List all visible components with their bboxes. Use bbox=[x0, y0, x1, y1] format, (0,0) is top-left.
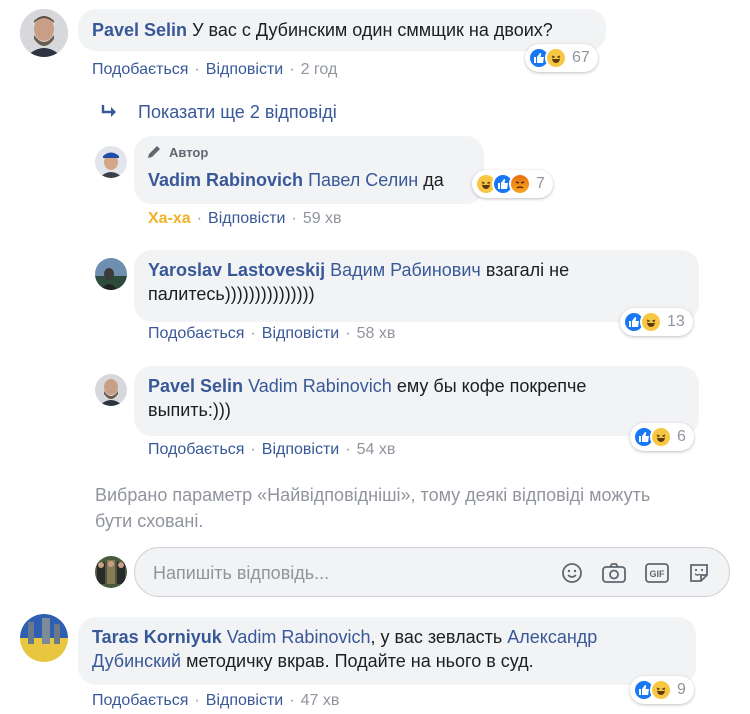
current-user-avatar bbox=[95, 556, 127, 588]
reply-bubble: Yaroslav Lastoveskij Вадим Рабинович вза… bbox=[134, 250, 699, 322]
separator: · bbox=[250, 325, 256, 342]
like-link[interactable]: Подобається bbox=[92, 61, 188, 78]
reaction-summary[interactable]: 9 bbox=[630, 676, 694, 704]
avatar-photo-icon bbox=[95, 556, 127, 588]
reaction-summary[interactable]: 6 bbox=[630, 423, 694, 451]
comment-text: У вас с Дубинским один сммщик на двоих? bbox=[192, 20, 553, 40]
mention-link[interactable]: Вадим Рабинович bbox=[330, 260, 481, 280]
notice-line-1: Вибрано параметр «Найвідповідніші», тому… bbox=[95, 485, 651, 505]
comment-bubble: Pavel Selin У вас с Дубинским один сммщи… bbox=[78, 9, 606, 51]
separator: · bbox=[345, 441, 351, 458]
like-link[interactable]: Подобається bbox=[148, 325, 244, 342]
comment-actions: Подобається · Відповісти · 47 хв bbox=[92, 692, 339, 710]
reply-link[interactable]: Відповісти bbox=[206, 692, 283, 709]
haha-reaction-icon bbox=[650, 679, 672, 701]
avatar-yaroslav-lastoveskij[interactable] bbox=[95, 258, 127, 290]
reply-author[interactable]: Pavel Selin bbox=[148, 376, 243, 396]
haha-reacted-link[interactable]: Ха-ха bbox=[148, 210, 191, 227]
reaction-summary[interactable]: 67 bbox=[525, 44, 598, 72]
reply-text-line-1: Yaroslav Lastoveskij Вадим Рабинович вза… bbox=[148, 258, 685, 282]
pencil-icon bbox=[146, 144, 162, 165]
separator: · bbox=[250, 441, 256, 458]
haha-reaction-icon bbox=[650, 426, 672, 448]
reaction-count: 7 bbox=[536, 175, 545, 192]
avatar-photo-icon bbox=[95, 146, 127, 178]
comment-author[interactable]: Taras Korniyuk bbox=[92, 627, 222, 647]
emoji-icon[interactable] bbox=[559, 560, 585, 586]
timestamp[interactable]: 2 год bbox=[301, 61, 338, 78]
reply-bubble: Pavel Selin Vadim Rabinovich ему бы кофе… bbox=[134, 366, 699, 436]
haha-reaction-icon bbox=[545, 47, 567, 69]
svg-text:GIF: GIF bbox=[650, 569, 666, 579]
comment-text: методичку вкрав. Подайте на нього в суд. bbox=[186, 651, 534, 671]
sticker-icon[interactable] bbox=[686, 560, 712, 586]
reaction-count: 6 bbox=[677, 428, 686, 445]
separator: · bbox=[196, 210, 203, 227]
relevance-filter-notice: Вибрано параметр «Найвідповідніші», тому… bbox=[95, 482, 735, 534]
show-more-replies-link[interactable]: Показати ще 2 відповіді bbox=[138, 102, 337, 123]
avatar-photo-icon bbox=[20, 614, 68, 662]
timestamp[interactable]: 59 хв bbox=[303, 210, 342, 227]
separator: · bbox=[289, 692, 295, 709]
camera-icon[interactable] bbox=[601, 560, 627, 586]
reply-link[interactable]: Відповісти bbox=[262, 441, 339, 458]
reply-input[interactable] bbox=[153, 560, 533, 586]
reply-text-line-2: выпить:))) bbox=[148, 400, 231, 420]
reaction-summary[interactable]: 13 bbox=[620, 308, 693, 336]
reply-link[interactable]: Відповісти bbox=[206, 61, 283, 78]
avatar-taras-korniyuk[interactable] bbox=[20, 614, 68, 662]
reply-actions: Подобається · Відповісти · 58 хв bbox=[148, 325, 395, 343]
reaction-summary[interactable]: 7 bbox=[472, 170, 553, 198]
mention-link[interactable]: Vadim Rabinovich bbox=[248, 376, 392, 396]
reply-author[interactable]: Vadim Rabinovich bbox=[148, 170, 303, 190]
reply-text: взагалі не bbox=[485, 260, 570, 280]
separator: · bbox=[291, 210, 297, 227]
timestamp[interactable]: 47 хв bbox=[301, 692, 340, 709]
mention-link[interactable]: Павел Селин bbox=[308, 170, 418, 190]
timestamp[interactable]: 58 хв bbox=[357, 325, 396, 342]
avatar-photo-icon bbox=[95, 374, 127, 406]
reaction-count: 67 bbox=[572, 49, 590, 66]
avatar-pavel-selin[interactable] bbox=[20, 9, 68, 57]
comment-author[interactable]: Pavel Selin bbox=[92, 20, 187, 40]
reply-actions: Подобається · Відповісти · 54 хв bbox=[148, 441, 395, 459]
reply-link[interactable]: Відповісти bbox=[208, 210, 285, 227]
reply-text: ему бы кофе покрепче bbox=[396, 376, 587, 396]
avatar-photo-icon bbox=[20, 9, 68, 57]
comment-bubble: Taras Korniyuk Vadim Rabinovich, у вас з… bbox=[78, 617, 696, 685]
comment-actions: Подобається · Відповісти · 2 год bbox=[92, 61, 337, 79]
gif-icon[interactable]: GIF bbox=[644, 560, 670, 586]
reply-composer: GIF bbox=[134, 547, 730, 597]
separator: · bbox=[194, 692, 200, 709]
separator: · bbox=[289, 61, 295, 78]
reaction-count: 9 bbox=[677, 681, 686, 698]
notice-line-2: бути сховані. bbox=[95, 511, 204, 531]
reaction-count: 13 bbox=[667, 313, 685, 330]
reply-text-line-2: палитесь))))))))))))))) bbox=[148, 284, 315, 304]
avatar-pavel-selin[interactable] bbox=[95, 374, 127, 406]
separator: · bbox=[345, 325, 351, 342]
reply-arrow-icon bbox=[100, 103, 120, 126]
author-badge: Автор bbox=[169, 145, 209, 160]
reply-link[interactable]: Відповісти bbox=[262, 325, 339, 342]
avatar-vadim-rabinovich[interactable] bbox=[95, 146, 127, 178]
comment-text-line-1: Taras Korniyuk Vadim Rabinovich, у вас з… bbox=[92, 625, 682, 673]
timestamp[interactable]: 54 хв bbox=[357, 441, 396, 458]
separator: · bbox=[194, 61, 200, 78]
avatar-photo-icon bbox=[95, 258, 127, 290]
like-link[interactable]: Подобається bbox=[148, 441, 244, 458]
haha-reaction-icon bbox=[640, 311, 662, 333]
angry-reaction-icon bbox=[509, 173, 531, 195]
reply-author[interactable]: Yaroslav Lastoveskij bbox=[148, 260, 325, 280]
comment-text: , у вас зевласть bbox=[370, 627, 503, 647]
reply-text-line-1: Pavel Selin Vadim Rabinovich ему бы кофе… bbox=[148, 374, 685, 398]
reply-actions: Ха-ха · Відповісти · 59 хв bbox=[148, 210, 342, 228]
like-link[interactable]: Подобається bbox=[92, 692, 188, 709]
reply-text: да bbox=[423, 170, 444, 190]
mention-link[interactable]: Vadim Rabinovich bbox=[227, 627, 371, 647]
